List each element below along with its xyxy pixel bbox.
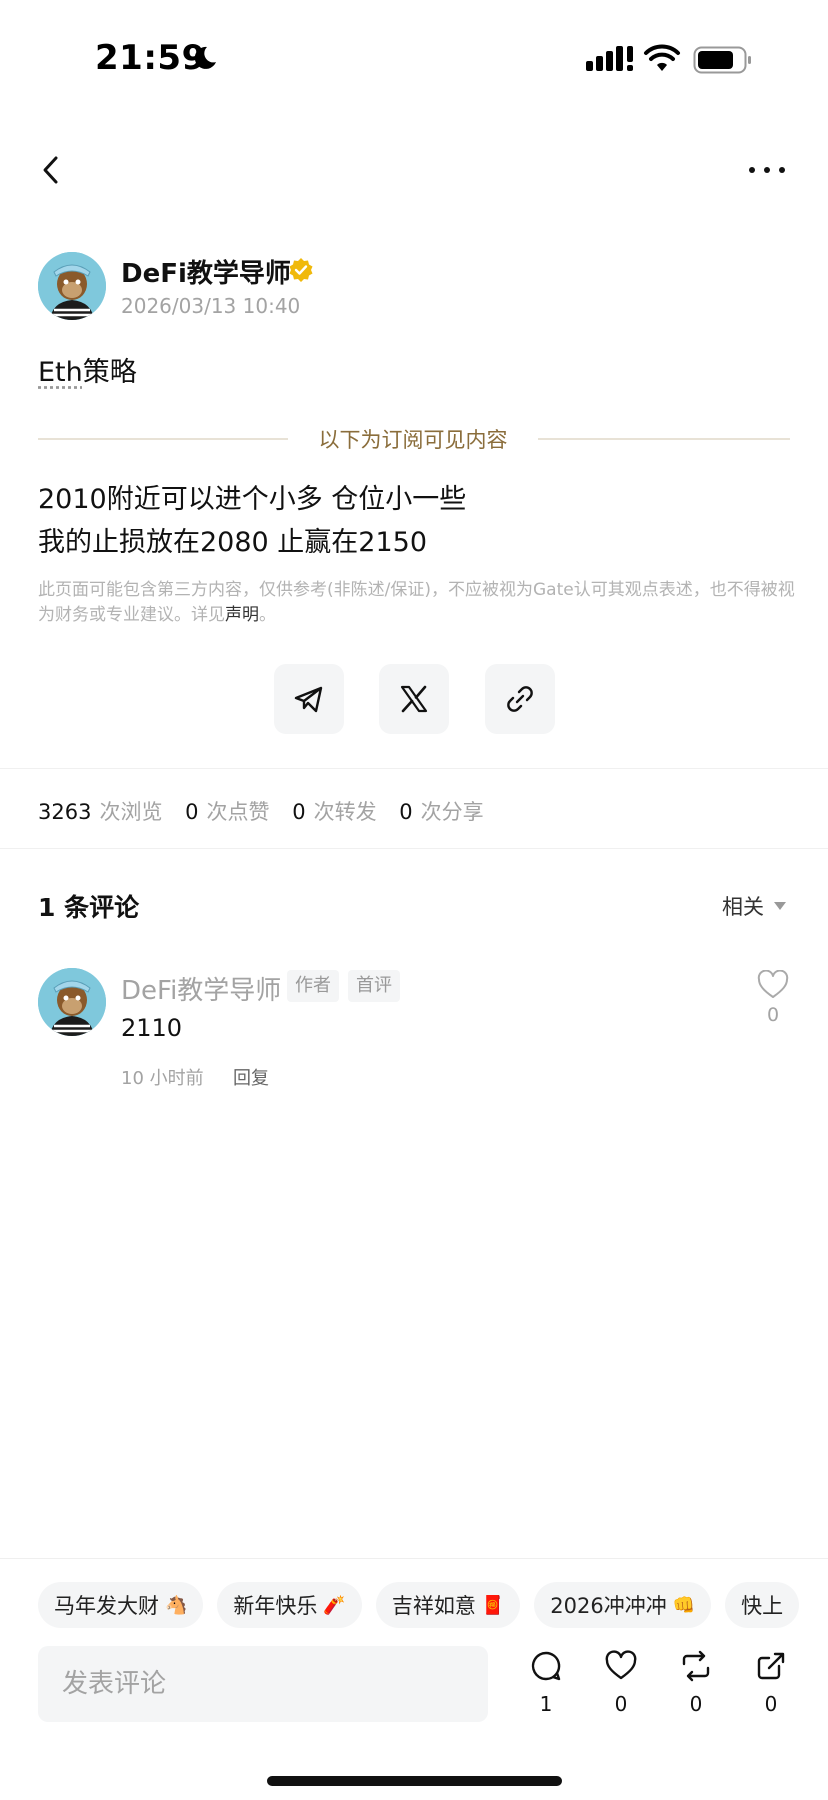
disclaimer-link[interactable]: 声明 [225, 605, 259, 625]
status-bar: 21:59 [0, 0, 828, 120]
heart-icon [605, 1650, 637, 1680]
share-icon [757, 1652, 785, 1680]
heart-icon[interactable] [757, 970, 789, 1000]
token-link[interactable]: Eth [38, 357, 83, 388]
comment-text: 2110 [121, 1014, 183, 1042]
chip-label: 2026冲冲冲 [550, 1594, 667, 1618]
views-count: 3263 [38, 800, 92, 824]
share-count: 0 [764, 1692, 778, 1716]
views-label: 次浏览 [99, 800, 163, 824]
comment-count: 1 [539, 1692, 553, 1716]
repost-action[interactable]: 0 [668, 1650, 724, 1720]
post-title-text: 策略 [82, 357, 137, 388]
chip-emoji: 🧨 [323, 1594, 346, 1616]
wifi-icon [644, 44, 680, 71]
back-icon[interactable] [36, 150, 66, 190]
chip-label: 吉祥如意 [391, 1594, 476, 1618]
subscribe-divider-text: 以下为订阅可见内容 [318, 428, 508, 452]
comment-time: 10 小时前 [121, 1068, 204, 1089]
quick-reply-chip[interactable]: 快上 [725, 1582, 800, 1628]
shares-label: 次分享 [420, 800, 484, 824]
chip-emoji: 🐴 [165, 1594, 188, 1616]
chip-emoji: 👊 [672, 1594, 696, 1616]
comment-input[interactable] [38, 1646, 488, 1722]
separator [0, 848, 828, 849]
post-content-line: 我的止损放在2080 止赢在2150 [38, 527, 428, 558]
telegram-icon [294, 686, 323, 713]
moon-icon [194, 46, 216, 69]
like-action[interactable]: 0 [593, 1650, 649, 1720]
comments-title: 1 条评论 [38, 893, 140, 922]
more-icon[interactable] [744, 152, 790, 188]
sort-dropdown[interactable]: 相关 [722, 891, 764, 921]
author-avatar[interactable] [38, 252, 106, 320]
repost-icon [682, 1650, 710, 1682]
separator [0, 768, 828, 769]
disclaimer-text: 此页面可能包含第三方内容，仅供参考(非陈述/保证)，不应被视为Gate认可其观点… [38, 580, 795, 625]
author-tag: 作者 [287, 970, 339, 1002]
author-name[interactable]: DeFi教学导师 [121, 253, 291, 290]
share-x-button[interactable] [379, 664, 449, 734]
signal-icon [586, 46, 633, 71]
share-action[interactable]: 0 [743, 1650, 799, 1720]
chip-emoji: 🧧 [481, 1594, 505, 1616]
likes-count: 0 [185, 800, 199, 824]
reposts-count: 0 [292, 800, 306, 824]
quick-reply-chip[interactable]: 马年发大财 🐴 [38, 1582, 204, 1628]
quick-reply-chip[interactable]: 新年快乐 🧨 [217, 1582, 362, 1628]
repost-count: 0 [689, 1692, 703, 1716]
reposts-label: 次转发 [313, 800, 377, 824]
first-comment-tag: 首评 [348, 970, 400, 1002]
likes-label: 次点赞 [206, 800, 270, 824]
chip-label: 快上 [741, 1594, 784, 1618]
commenter-avatar[interactable] [38, 968, 106, 1036]
reply-button[interactable]: 回复 [233, 1064, 269, 1090]
post-stats: 3263 次浏览 0 次点赞 0 次转发 0 次分享 [38, 796, 500, 826]
quick-reply-chip[interactable]: 吉祥如意 🧧 [375, 1582, 521, 1628]
chip-label: 新年快乐 [233, 1594, 318, 1618]
disclaimer-end: 。 [259, 605, 276, 625]
commenter-name[interactable]: DeFi教学导师 [121, 970, 281, 1007]
post-content-line: 2010附近可以进个小多 仓位小一些 [38, 484, 467, 515]
link-icon [507, 686, 533, 712]
post-title: Eth策略 [38, 350, 137, 389]
separator [0, 1558, 828, 1559]
battery-icon [693, 46, 751, 74]
comment-like-count: 0 [766, 1004, 780, 1026]
chip-label: 马年发大财 [54, 1594, 159, 1618]
verified-badge-icon [289, 258, 313, 282]
shares-count: 0 [399, 800, 413, 824]
divider-right [538, 438, 790, 440]
share-telegram-button[interactable] [274, 664, 344, 734]
copy-link-button[interactable] [485, 664, 555, 734]
like-count: 0 [614, 1692, 628, 1716]
x-logo-icon [400, 685, 428, 713]
caret-down-icon[interactable] [774, 902, 786, 910]
comment-icon [531, 1651, 561, 1681]
home-indicator [267, 1776, 562, 1786]
quick-reply-chips: 马年发大财 🐴 新年快乐 🧨 吉祥如意 🧧 2026冲冲冲 👊 快上 [38, 1582, 828, 1628]
divider-left [38, 438, 288, 440]
post-timestamp: 2026/03/13 10:40 [121, 294, 301, 318]
post-content: 2010附近可以进个小多 仓位小一些 我的止损放在2080 止赢在2150 [38, 478, 798, 564]
disclaimer: 此页面可能包含第三方内容，仅供参考(非陈述/保证)，不应被视为Gate认可其观点… [38, 578, 798, 628]
quick-reply-chip[interactable]: 2026冲冲冲 👊 [534, 1582, 712, 1628]
comment-action[interactable]: 1 [518, 1650, 574, 1720]
